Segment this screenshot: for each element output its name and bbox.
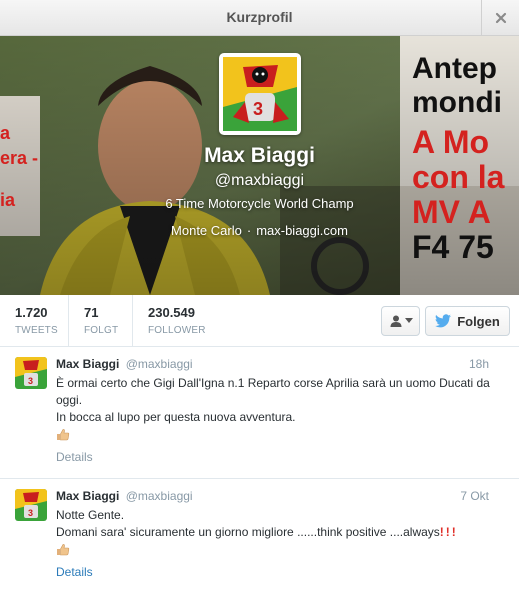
left-poster-text-1: a: [0, 123, 11, 143]
tweet-text-fragment: Domani sara' sicuramente un giorno migli…: [56, 525, 440, 539]
close-button[interactable]: [481, 0, 519, 36]
tweet-avatar[interactable]: 3: [15, 489, 47, 521]
title-bar: Kurzprofil: [0, 0, 519, 36]
stat-followers[interactable]: 230.549 FOLLOWER: [133, 295, 233, 346]
tweet-author-handle[interactable]: @maxbiaggi: [126, 357, 193, 371]
user-actions-dropdown-button[interactable]: [381, 306, 420, 336]
tweet-text-line: Domani sara' sicuramente un giorno migli…: [56, 524, 496, 541]
profile-avatar[interactable]: 3: [219, 53, 301, 135]
avatar-image: 3: [15, 357, 47, 389]
tweet-details-link[interactable]: Details: [56, 450, 93, 464]
stat-followers-value: 230.549: [148, 305, 195, 320]
tweet-author-name[interactable]: Max Biaggi: [56, 489, 119, 503]
twitter-bird-icon: [435, 314, 452, 328]
thumbs-up-icon: [56, 428, 70, 446]
follow-button[interactable]: Folgen: [425, 306, 510, 336]
follow-button-label: Folgen: [457, 313, 500, 329]
tweet-text-line: In bocca al lupo per questa nuova avvent…: [56, 410, 296, 424]
tweet-author-handle[interactable]: @maxbiaggi: [126, 489, 193, 503]
svg-text:3: 3: [28, 508, 33, 518]
profile-location: Monte Carlo: [171, 223, 242, 238]
tweet-avatar[interactable]: 3: [15, 357, 47, 389]
profile-url-link[interactable]: max-biaggi.com: [256, 223, 348, 238]
stat-tweets-value: 1.720: [15, 305, 48, 320]
avatar-image: 3: [15, 489, 47, 521]
tweet-author-name[interactable]: Max Biaggi: [56, 357, 119, 371]
svg-text:3: 3: [253, 99, 263, 119]
profile-bio: 6 Time Motorcycle World Champ: [165, 196, 354, 211]
tweet-item[interactable]: 3 Max Biaggi @maxbiaggi 7 Okt Notte Gent…: [0, 479, 519, 597]
tweet-text-line: È ormai certo che Gigi Dall'Igna n.1 Rep…: [56, 376, 490, 407]
tweet-text: Notte Gente. Domani sara' sicuramente un…: [56, 507, 496, 561]
tweet-timestamp[interactable]: 18h: [469, 357, 489, 371]
exclamation-icons: !!!: [439, 525, 458, 539]
tweet-header: Max Biaggi @maxbiaggi: [56, 489, 193, 503]
window-title: Kurzprofil: [226, 9, 293, 25]
tweet-item[interactable]: 3 Max Biaggi @maxbiaggi 18h È ormai cert…: [0, 347, 519, 479]
tweet-text: È ormai certo che Gigi Dall'Igna n.1 Rep…: [56, 375, 496, 446]
thumbs-up-icon: [56, 543, 70, 561]
user-icon: [390, 315, 401, 327]
caret-down-icon: [404, 318, 413, 323]
stat-following-value: 71: [84, 305, 99, 320]
svg-text:3: 3: [28, 376, 33, 386]
profile-name[interactable]: Max Biaggi: [0, 144, 519, 168]
banner-text-2: mondi: [412, 86, 502, 119]
stat-following-label: FOLGT: [84, 325, 119, 336]
separator-dot: ·: [246, 223, 252, 238]
stat-followers-label: FOLLOWER: [148, 325, 206, 336]
tweet-timestamp[interactable]: 7 Okt: [460, 489, 489, 503]
tweet-header: Max Biaggi @maxbiaggi: [56, 357, 193, 371]
stat-following[interactable]: 71 FOLGT: [69, 295, 133, 346]
close-icon: [495, 12, 506, 24]
stat-tweets[interactable]: 1.720 TWEETS: [15, 295, 69, 346]
profile-header: Antep mondi A Mo con la MV A F4 75 a era…: [0, 36, 519, 295]
avatar-image: 3: [223, 57, 297, 131]
tweet-details-link[interactable]: Details: [56, 565, 93, 579]
stat-tweets-label: TWEETS: [15, 325, 58, 336]
banner-text-1: Antep: [412, 52, 497, 85]
profile-location-row: Monte Carlo · max-biaggi.com: [0, 223, 519, 238]
profile-handle: @maxbiaggi: [214, 172, 305, 189]
tweet-text-line: Notte Gente.: [56, 508, 125, 522]
